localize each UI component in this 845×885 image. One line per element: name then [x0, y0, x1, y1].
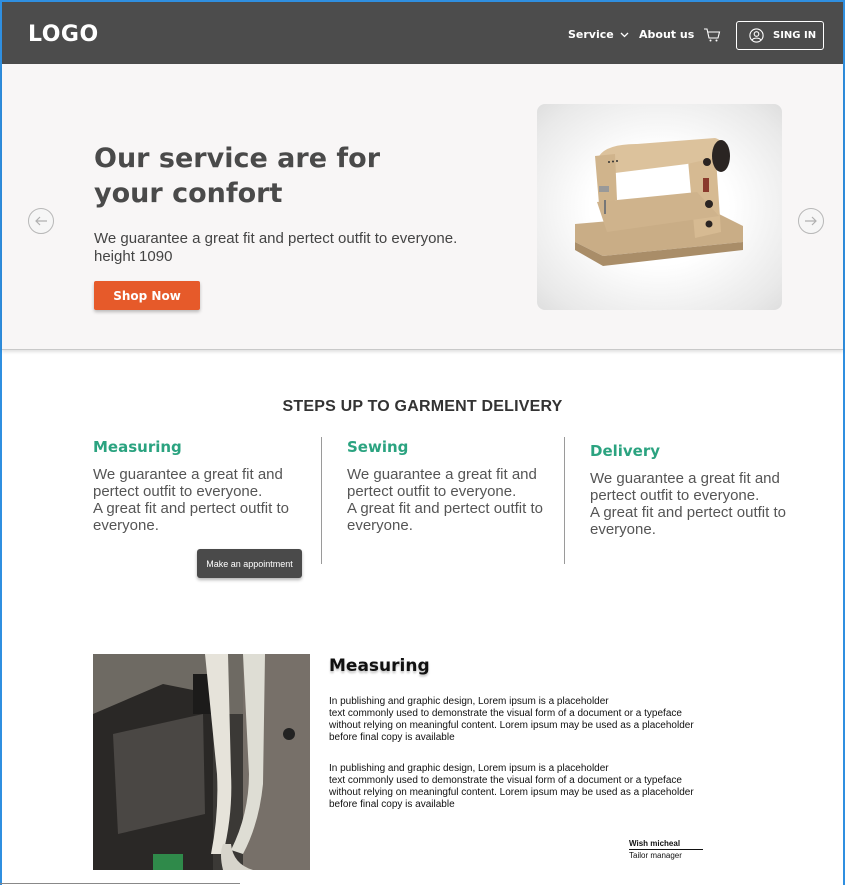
sign-in-button[interactable]: SING IN [736, 21, 824, 50]
signature-role: Tailor manager [629, 851, 682, 860]
feature-title: Measuring [329, 656, 430, 676]
hero-banner: Our service are for your confort We guar… [2, 64, 843, 350]
hero-title: Our service are for your confort [94, 143, 381, 209]
hero-description: We guarantee a great fit and pertect out… [94, 230, 458, 265]
user-circle-icon [749, 28, 764, 43]
measuring-tape-photo [93, 654, 310, 870]
step-sewing: Sewing We guarantee a great fit and pert… [347, 438, 562, 534]
logo[interactable]: LOGO [28, 22, 99, 47]
navbar: LOGO Service About us SING IN [2, 2, 843, 64]
feature-paragraph: In publishing and graphic design, Lorem … [329, 763, 694, 810]
step-text: We guarantee a great fit and pertect out… [347, 466, 543, 534]
feature-paragraph: In publishing and graphic design, Lorem … [329, 696, 694, 743]
arrow-right-icon [805, 216, 817, 226]
signature-line [629, 849, 703, 850]
step-measuring: Measuring We guarantee a great fit and p… [93, 438, 308, 534]
signature-name: Wish micheal [629, 839, 681, 848]
carousel-next-button[interactable] [798, 208, 824, 234]
make-appointment-button[interactable]: Make an appointment [197, 549, 302, 578]
cart-icon[interactable] [703, 27, 721, 43]
step-divider [321, 437, 322, 564]
nav-about-link[interactable]: About us [639, 28, 694, 41]
nav-service-menu[interactable]: Service [568, 28, 629, 41]
sign-in-label: SING IN [773, 30, 817, 41]
arrow-left-icon [35, 216, 47, 226]
step-text: We guarantee a great fit and pertect out… [93, 466, 289, 534]
step-title: Sewing [347, 438, 409, 456]
hero-sewing-machine-image [537, 104, 782, 310]
step-title: Delivery [590, 442, 661, 460]
step-delivery: Delivery We guarantee a great fit and pe… [590, 442, 805, 538]
steps-heading: STEPS UP TO GARMENT DELIVERY [282, 398, 563, 415]
step-text: We guarantee a great fit and pertect out… [590, 470, 786, 538]
step-title: Measuring [93, 438, 182, 456]
chevron-down-icon [620, 32, 629, 37]
nav-service-label: Service [568, 28, 614, 41]
footer-divider [0, 883, 240, 884]
carousel-prev-button[interactable] [28, 208, 54, 234]
shop-now-button[interactable]: Shop Now [94, 281, 200, 310]
step-divider [564, 437, 565, 564]
